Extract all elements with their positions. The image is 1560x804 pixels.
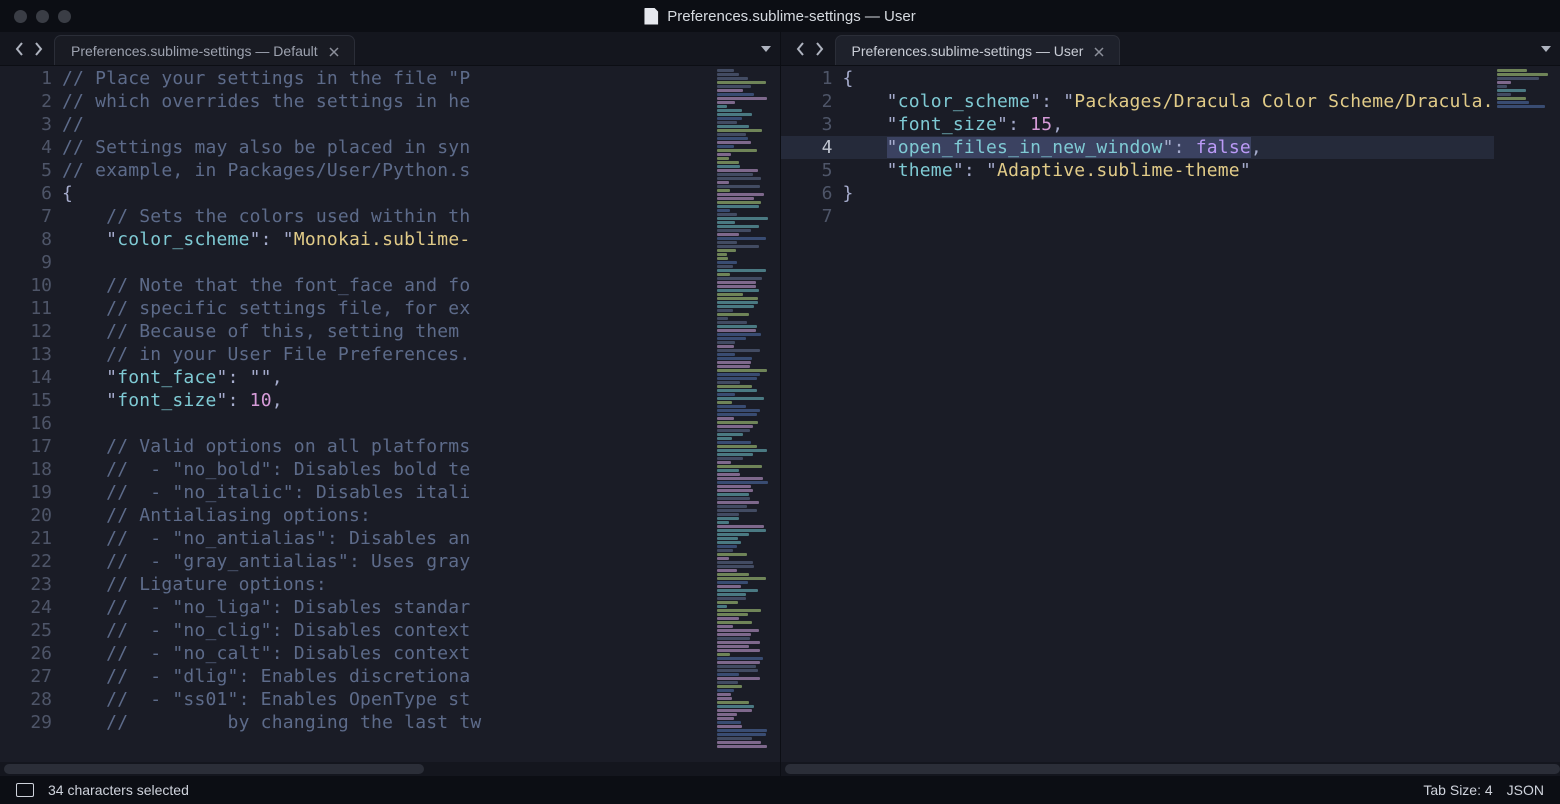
close-window-button[interactable]	[14, 10, 27, 23]
tab-user-settings[interactable]: Preferences.sublime-settings — User	[835, 35, 1121, 65]
close-icon[interactable]	[328, 45, 340, 57]
editor-right[interactable]: 1234567 { "color_scheme": "Packages/Drac…	[781, 66, 1560, 762]
nav-left-icon[interactable]	[793, 41, 809, 57]
horizontal-scrollbar-left[interactable]	[0, 762, 780, 776]
status-selection: 34 characters selected	[48, 782, 189, 798]
minimap[interactable]	[714, 66, 770, 762]
code-content[interactable]: // Place your settings in the file "P// …	[62, 66, 714, 762]
split-workspace: Preferences.sublime-settings — Default 1…	[0, 32, 1560, 776]
vertical-scrollbar[interactable]	[1550, 66, 1560, 762]
tabbar-right: Preferences.sublime-settings — User	[781, 32, 1560, 66]
vertical-scrollbar[interactable]	[770, 66, 780, 762]
tab-label: Preferences.sublime-settings — User	[852, 43, 1084, 59]
nav-right-icon[interactable]	[30, 41, 46, 57]
statusbar: 34 characters selected Tab Size: 4 JSON	[0, 776, 1560, 804]
pane-left: Preferences.sublime-settings — Default 1…	[0, 32, 781, 776]
status-syntax[interactable]: JSON	[1507, 782, 1544, 798]
pane-right: Preferences.sublime-settings — User 1234…	[781, 32, 1560, 776]
tab-dropdown-button[interactable]	[752, 32, 780, 65]
scrollbar-thumb[interactable]	[4, 764, 424, 774]
window-title: Preferences.sublime-settings — User	[644, 8, 915, 25]
close-icon[interactable]	[1093, 45, 1105, 57]
window-title-text: Preferences.sublime-settings — User	[667, 8, 915, 25]
tab-label: Preferences.sublime-settings — Default	[71, 43, 318, 59]
traffic-lights	[0, 10, 71, 23]
minimize-window-button[interactable]	[36, 10, 49, 23]
tab-nav-arrows	[785, 32, 835, 65]
minimap[interactable]	[1494, 66, 1550, 762]
document-icon	[644, 8, 658, 25]
line-gutter: 1234567	[781, 66, 843, 762]
panel-toggle-icon[interactable]	[16, 783, 34, 797]
code-content[interactable]: { "color_scheme": "Packages/Dracula Colo…	[843, 66, 1495, 762]
tab-dropdown-button[interactable]	[1532, 32, 1560, 65]
tab-default-settings[interactable]: Preferences.sublime-settings — Default	[54, 35, 355, 65]
window-titlebar: Preferences.sublime-settings — User	[0, 0, 1560, 32]
nav-left-icon[interactable]	[12, 41, 28, 57]
maximize-window-button[interactable]	[58, 10, 71, 23]
horizontal-scrollbar-right[interactable]	[781, 762, 1560, 776]
tabbar-left: Preferences.sublime-settings — Default	[0, 32, 780, 66]
nav-right-icon[interactable]	[811, 41, 827, 57]
tab-nav-arrows	[4, 32, 54, 65]
editor-left[interactable]: 1234567891011121314151617181920212223242…	[0, 66, 780, 762]
status-tab-size[interactable]: Tab Size: 4	[1423, 782, 1492, 798]
line-gutter: 1234567891011121314151617181920212223242…	[0, 66, 62, 762]
scrollbar-thumb[interactable]	[785, 764, 1560, 774]
